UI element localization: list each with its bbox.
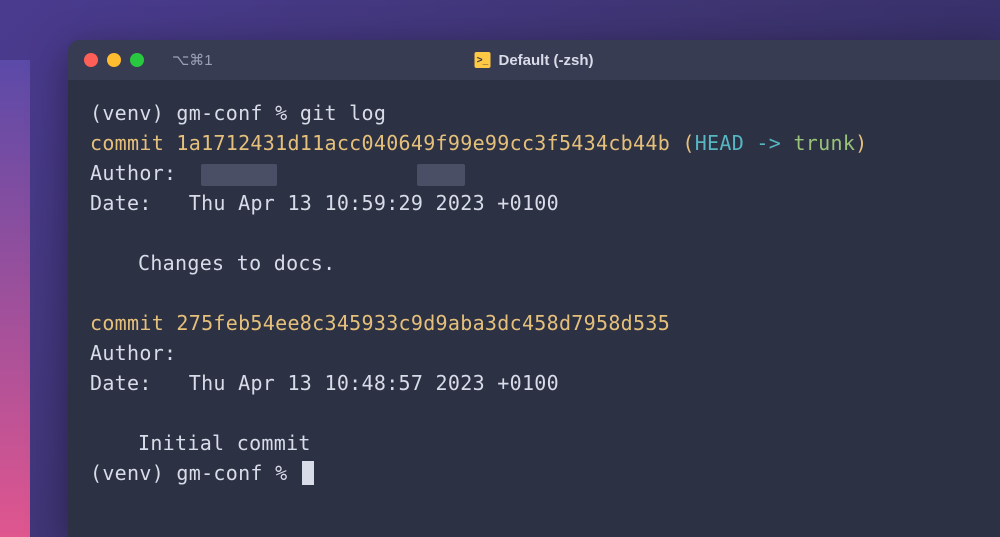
command-text: git log [300, 101, 386, 125]
commit-hash: 275feb54ee8c345933c9d9aba3dc458d7958d535 [176, 311, 670, 335]
traffic-lights [84, 53, 144, 67]
author-line: Author: [90, 158, 978, 188]
date-line: Date: Thu Apr 13 10:59:29 2023 +0100 [90, 188, 978, 218]
window-title-text: Default (-zsh) [499, 52, 594, 69]
minimize-button[interactable] [107, 53, 121, 67]
author-label: Author: [90, 161, 201, 185]
redacted-author-name [201, 164, 277, 186]
ref-head: HEAD -> [695, 131, 794, 155]
commit-message: Initial commit [90, 428, 978, 458]
terminal-icon: >_ [475, 52, 491, 68]
date-value: Thu Apr 13 10:48:57 2023 +0100 [189, 371, 559, 395]
commit-message: Changes to docs. [90, 248, 978, 278]
author-label: Author: [90, 341, 176, 365]
blank-line [90, 398, 978, 428]
blank-line [90, 218, 978, 248]
tab-shortcut-label: ⌥⌘1 [172, 51, 213, 69]
terminal-output[interactable]: (venv) gm-conf % git log commit 1a171243… [68, 80, 1000, 506]
commit-header: commit 1a1712431d11acc040649f99e99cc3f54… [90, 128, 978, 158]
commit-label: commit [90, 311, 176, 335]
date-value: Thu Apr 13 10:59:29 2023 +0100 [189, 191, 559, 215]
tab-indicator: ⌥⌘1 [172, 51, 213, 69]
date-label: Date: [90, 191, 189, 215]
redacted-author-email [417, 164, 465, 186]
blank-line [90, 278, 978, 308]
desktop-background-accent [0, 60, 30, 537]
ref-open: ( [670, 131, 695, 155]
window-titlebar[interactable]: ⌥⌘1 >_ Default (-zsh) [68, 40, 1000, 80]
ref-branch: trunk [793, 131, 855, 155]
commit-hash: 1a1712431d11acc040649f99e99cc3f5434cb44b [176, 131, 670, 155]
date-label: Date: [90, 371, 189, 395]
commit-label: commit [90, 131, 176, 155]
commit-header: commit 275feb54ee8c345933c9d9aba3dc458d7… [90, 308, 978, 338]
fullscreen-button[interactable] [130, 53, 144, 67]
date-line: Date: Thu Apr 13 10:48:57 2023 +0100 [90, 368, 978, 398]
prompt-line: (venv) gm-conf % git log [90, 98, 978, 128]
ref-close: ) [855, 131, 867, 155]
cursor [302, 461, 314, 485]
prompt-line: (venv) gm-conf % [90, 458, 978, 488]
prompt-prefix: (venv) gm-conf % [90, 461, 300, 485]
close-button[interactable] [84, 53, 98, 67]
prompt-prefix: (venv) gm-conf % [90, 101, 300, 125]
window-title: >_ Default (-zsh) [475, 52, 594, 69]
terminal-window: ⌥⌘1 >_ Default (-zsh) (venv) gm-conf % g… [68, 40, 1000, 537]
author-line: Author: [90, 338, 978, 368]
